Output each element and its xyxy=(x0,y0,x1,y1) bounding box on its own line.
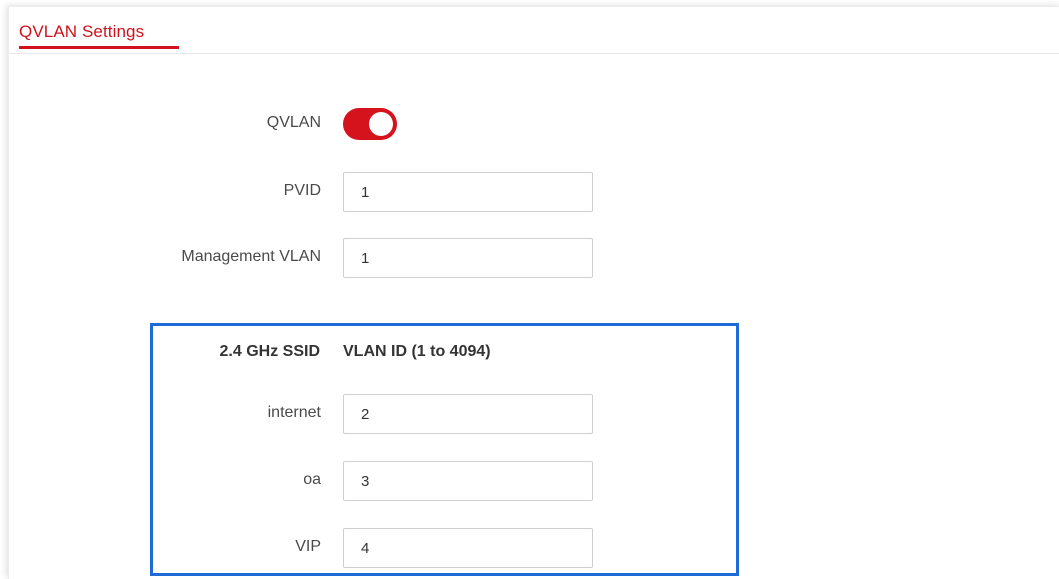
tab-qvlan-settings[interactable]: QVLAN Settings xyxy=(19,22,144,42)
ssid-column-header: 2.4 GHz SSID xyxy=(219,343,320,360)
qvlan-label: QVLAN xyxy=(266,114,321,131)
ssid-row-internet: internet xyxy=(9,394,709,434)
qvlan-toggle[interactable] xyxy=(343,108,397,140)
ssid-name-label: oa xyxy=(303,471,321,488)
qvlan-settings-panel: QVLAN Settings QVLAN PVID Management VLA… xyxy=(8,6,1059,579)
ssid-name-label: internet xyxy=(267,404,321,421)
vlan-id-input-internet[interactable] xyxy=(343,394,593,434)
panel-header: QVLAN Settings xyxy=(9,7,1059,54)
management-vlan-label: Management VLAN xyxy=(181,248,321,265)
pvid-label: PVID xyxy=(283,182,321,199)
pvid-input[interactable] xyxy=(343,172,593,212)
vlan-id-input-vip[interactable] xyxy=(343,528,593,568)
pvid-row: PVID xyxy=(9,172,709,212)
ssid-name-label: VIP xyxy=(295,538,321,555)
ssid-row-vip: VIP xyxy=(9,528,709,568)
vlan-id-column-header: VLAN ID (1 to 4094) xyxy=(343,343,491,360)
toggle-knob xyxy=(369,112,393,136)
management-vlan-row: Management VLAN xyxy=(9,238,709,278)
qvlan-row: QVLAN xyxy=(9,104,709,144)
vlan-id-input-oa[interactable] xyxy=(343,461,593,501)
active-tab-underline xyxy=(19,46,179,49)
management-vlan-input[interactable] xyxy=(343,238,593,278)
ssid-row-oa: oa xyxy=(9,461,709,501)
